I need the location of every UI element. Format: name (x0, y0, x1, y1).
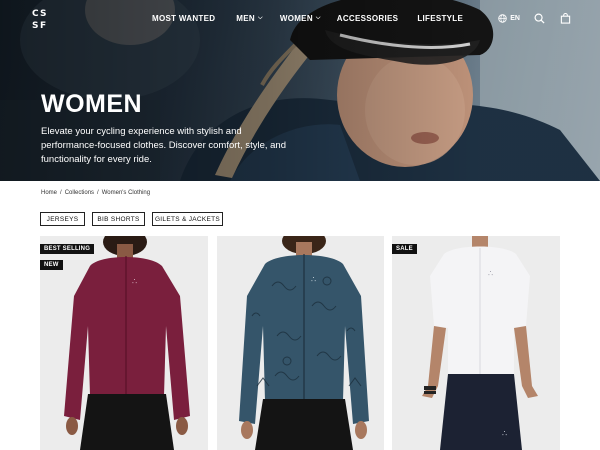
nav-link-label: MEN (236, 14, 255, 23)
nav-link-label: ACCESSORIES (336, 14, 399, 23)
nav-lifestyle[interactable]: LIFESTYLE (417, 14, 463, 23)
nav-women[interactable]: WOMEN ⌵ (280, 14, 321, 23)
product-image: ∴ (239, 236, 369, 450)
nav-men[interactable]: MEN ⌵ (236, 14, 263, 23)
language-label: EN (510, 14, 520, 22)
logo[interactable]: C S S F (30, 6, 48, 32)
nav-link-label: WOMEN (279, 14, 313, 23)
hero-banner: C S S F MOST WANTED MEN ⌵ WOMEN ⌵ ACCESS… (0, 0, 600, 181)
product-card[interactable]: ∴ BEST SELLING NEW (40, 236, 208, 450)
svg-text:S: S (32, 21, 38, 31)
product-card[interactable]: ∴ (217, 236, 384, 450)
product-card[interactable]: ∴ ∴ SALE (392, 236, 560, 450)
cart-button[interactable] (558, 11, 572, 25)
page-title: WOMEN (41, 90, 143, 118)
hero-description: Elevate your cycling experience with sty… (41, 126, 286, 165)
nav-most-wanted[interactable]: MOST WANTED (152, 14, 215, 23)
filter-bib-shorts[interactable]: BIB SHORTS (92, 212, 145, 226)
filter-jerseys[interactable]: JERSEYS (40, 212, 85, 226)
search-icon (534, 13, 545, 24)
chevron-down-icon: ⌵ (315, 15, 321, 21)
svg-text:∴: ∴ (132, 277, 137, 286)
search-button[interactable] (532, 11, 546, 25)
filter-gilets-jackets[interactable]: GILETS & JACKETS (152, 212, 223, 226)
brand-logo-icon: C S S F (32, 9, 46, 31)
svg-text:∴: ∴ (488, 269, 493, 278)
globe-icon (498, 13, 507, 23)
nav-link-label: LIFESTYLE (417, 14, 464, 23)
breadcrumb-separator: / (97, 190, 99, 196)
breadcrumb-current: Women's Clothing (101, 190, 151, 196)
main-menu: MOST WANTED MEN ⌵ WOMEN ⌵ ACCESSORIES LI… (152, 14, 463, 23)
product-image: ∴ (64, 236, 190, 450)
language-selector[interactable]: EN (498, 13, 520, 23)
svg-text:F: F (40, 21, 46, 31)
breadcrumb-collections[interactable]: Collections (65, 190, 94, 196)
nav-link-label: MOST WANTED (152, 14, 216, 23)
svg-text:S: S (40, 9, 46, 19)
svg-text:C: C (32, 9, 39, 19)
badge-new: NEW (40, 260, 63, 270)
product-image: ∴ ∴ (422, 236, 538, 450)
badge-sale: SALE (392, 244, 417, 254)
breadcrumb: Home / Collections / Women's Clothing (41, 190, 150, 196)
nav-accessories[interactable]: ACCESSORIES (337, 14, 399, 23)
svg-text:∴: ∴ (502, 429, 507, 438)
nav-utilities: EN (498, 11, 572, 25)
chevron-down-icon: ⌵ (257, 15, 263, 21)
top-navigation: C S S F MOST WANTED MEN ⌵ WOMEN ⌵ ACCESS… (0, 0, 600, 38)
svg-text:∴: ∴ (311, 275, 316, 284)
badge-best-selling: BEST SELLING (40, 244, 95, 254)
breadcrumb-home[interactable]: Home (41, 190, 57, 196)
breadcrumb-separator: / (60, 190, 62, 196)
bag-icon (560, 12, 570, 24)
category-filters: JERSEYS BIB SHORTS GILETS & JACKETS (40, 212, 223, 226)
